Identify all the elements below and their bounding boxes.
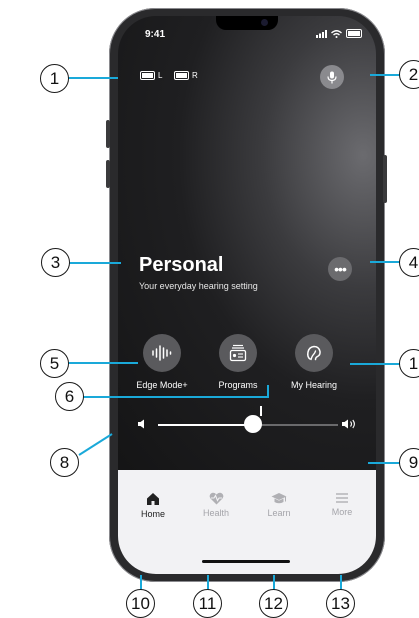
tab-bar	[118, 470, 376, 574]
battery-icon	[140, 71, 155, 80]
radio-icon	[229, 344, 247, 362]
app-screen: 9:41 L R Personal Your everyday hearing …	[118, 16, 376, 574]
callout-9: 9	[399, 448, 419, 477]
phone-side-button	[106, 120, 110, 148]
tab-health[interactable]: Health	[191, 492, 241, 518]
callout-12: 12	[259, 589, 288, 618]
volume-default-tick	[260, 406, 262, 416]
callout-5: 5	[40, 349, 69, 378]
waveform-icon	[152, 345, 172, 361]
status-time: 9:41	[145, 29, 166, 40]
left-aid-label: L	[158, 71, 163, 80]
tab-home-label: Home	[140, 509, 165, 519]
callout-4: 4	[399, 248, 419, 277]
tab-more[interactable]: More	[317, 492, 367, 517]
menu-icon	[336, 493, 348, 503]
right-aid-battery: R	[174, 71, 198, 80]
program-description: Your everyday hearing setting	[139, 281, 258, 291]
programs-circle	[219, 334, 257, 372]
graduation-cap-icon	[271, 493, 287, 504]
my-hearing-circle	[295, 334, 333, 372]
callout-13: 13	[326, 589, 355, 618]
phone-side-button	[383, 155, 387, 203]
signal-icon	[316, 29, 327, 38]
dynamic-island	[216, 16, 278, 30]
callout-11: 11	[193, 589, 222, 618]
battery-icon	[174, 71, 189, 80]
callout-10: 10	[126, 589, 155, 618]
my-hearing-button[interactable]: My Hearing	[279, 334, 349, 390]
programs-label: Programs	[218, 380, 258, 390]
microphone-icon	[327, 71, 337, 83]
callout-3: 3	[41, 248, 70, 277]
tab-health-label: Health	[202, 508, 229, 518]
volume-slider[interactable]	[136, 406, 358, 433]
tab-learn[interactable]: Learn	[254, 492, 304, 518]
volume-thumb[interactable]	[244, 415, 263, 433]
left-aid-battery: L	[140, 71, 162, 80]
callout-6: 6	[55, 382, 84, 411]
tab-home[interactable]: Home	[128, 492, 178, 519]
home-indicator	[202, 560, 290, 563]
program-options-button[interactable]: •••	[328, 257, 352, 281]
tab-learn-label: Learn	[267, 508, 291, 518]
callout-1: 1	[40, 64, 69, 93]
my-hearing-label: My Hearing	[290, 380, 337, 390]
tab-more-label: More	[331, 507, 353, 517]
edge-mode-circle	[143, 334, 181, 372]
phone-battery-icon	[346, 29, 362, 38]
phone-side-button	[106, 160, 110, 188]
edge-mode-label: Edge Mode+	[136, 380, 188, 390]
ear-icon	[307, 345, 321, 361]
microphone-button[interactable]	[320, 65, 344, 89]
right-aid-label: R	[192, 71, 198, 80]
wifi-icon	[331, 29, 342, 38]
house-icon	[147, 493, 159, 505]
callout-1-right: 1	[399, 349, 419, 378]
callout-2: 2	[399, 60, 419, 89]
callout-8: 8	[50, 448, 79, 477]
programs-button[interactable]: Programs	[203, 334, 273, 390]
volume-track-fill	[158, 424, 254, 426]
ellipsis-icon: •••	[334, 261, 347, 277]
heart-pulse-icon	[209, 492, 223, 505]
volume-track	[253, 424, 338, 426]
status-icons	[316, 29, 362, 38]
volume-high-icon	[342, 419, 355, 429]
edge-mode-button[interactable]: Edge Mode+	[127, 334, 197, 390]
program-name: Personal	[139, 254, 224, 276]
